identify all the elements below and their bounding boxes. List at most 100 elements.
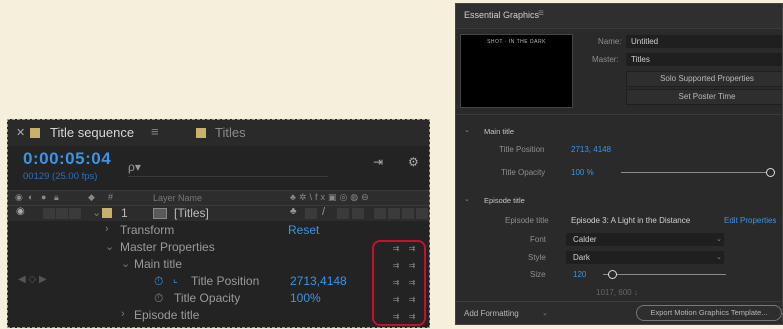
shy-switch-icon[interactable]: ♣ (290, 206, 297, 217)
stopwatch-icon[interactable]: ⏱ (154, 274, 163, 289)
edit-properties-link[interactable]: Edit Properties (724, 216, 776, 225)
master-label: Master: (592, 55, 619, 64)
tab-menu-icon[interactable]: ≡ (151, 124, 159, 139)
layer-name[interactable]: [Titles] (174, 206, 209, 220)
reset-link[interactable]: Reset (288, 223, 319, 237)
switch-cell[interactable] (305, 208, 317, 219)
keyframe-nav-icon[interactable]: ◀ ◇ ▶ (18, 274, 47, 285)
size-label: Size (530, 270, 546, 279)
current-time-display[interactable]: 0:00:05:04 (23, 149, 111, 169)
composition-icon (153, 208, 167, 219)
video-toggle-icon[interactable]: ◉ (15, 192, 23, 203)
search-underline (128, 176, 328, 177)
title-opacity-value[interactable]: 100% (290, 291, 321, 305)
episode-title-value[interactable]: Episode 3: A Light in the Distance (571, 216, 690, 225)
transform-label: Transform (120, 223, 175, 237)
title-position-row[interactable]: ◀ ◇ ▶ ⏱ ⌞ Title Position 2713,4148 (8, 274, 429, 289)
chevron-down-icon[interactable]: ⌄ (105, 240, 114, 253)
lock-cell[interactable] (56, 208, 68, 219)
essential-graphics-footer: Add Formatting ⌄ Export Motion Graphics … (456, 301, 782, 324)
name-value[interactable]: Untitled (631, 37, 658, 46)
search-icon[interactable]: ρ▾ (128, 160, 141, 174)
tab-color-swatch (30, 128, 40, 138)
tab-title-sequence[interactable]: Title sequence (50, 125, 134, 140)
transform-row[interactable]: › Transform Reset (8, 223, 429, 238)
size-slider-track[interactable] (603, 274, 726, 275)
chevron-down-icon[interactable]: ⌄ (121, 257, 130, 270)
comp-flowchart-icon[interactable]: ⇥ (373, 155, 383, 169)
add-formatting-dropdown[interactable]: Add Formatting (464, 309, 519, 318)
layer-name-header[interactable]: Layer Name (153, 193, 202, 203)
panel-menu-icon[interactable]: ≡ (538, 8, 544, 19)
title-position-value[interactable]: 2713, 4148 (571, 145, 611, 154)
main-title-group-row[interactable]: ⌄ Main title (8, 257, 429, 272)
main-title-section[interactable]: Main title (484, 127, 514, 136)
tab-titles[interactable]: Titles (215, 125, 246, 140)
number-column-icon: # (108, 192, 114, 202)
switch-cell[interactable] (374, 208, 386, 219)
panel-title[interactable]: Essential Graphics (464, 10, 539, 20)
episode-title-label: Episode title (505, 216, 549, 225)
timeline-tab-bar: ✕ Title sequence ≡ Titles (8, 120, 429, 146)
switch-cell[interactable] (388, 208, 400, 219)
highlight-annotation (372, 240, 426, 326)
title-position-label: Title Position (191, 274, 260, 288)
episode-title-label: Episode title (134, 308, 200, 322)
set-poster-time-button[interactable]: Set Poster Time (626, 89, 782, 105)
chevron-down-icon[interactable]: ⌄ (464, 195, 470, 203)
switch-cell[interactable] (337, 208, 349, 219)
chevron-down-icon[interactable]: ⌄ (716, 253, 722, 261)
layer-label-color[interactable] (102, 208, 112, 218)
export-motion-graphics-template-button[interactable]: Export Motion Graphics Template... (636, 305, 782, 321)
title-opacity-value[interactable]: 100 % (571, 168, 594, 177)
title-opacity-label: Title Opacity (174, 291, 241, 305)
font-value[interactable]: Calder (573, 235, 597, 244)
episode-title-section[interactable]: Episode title (484, 196, 525, 205)
visibility-eye-icon[interactable]: ◉ (16, 206, 25, 217)
name-label: Name: (598, 37, 622, 46)
layer-row[interactable]: ◉ ⌄ 1 [Titles] ♣ / (8, 206, 429, 221)
title-opacity-row[interactable]: ⏱ Title Opacity 100% (8, 291, 429, 306)
size-value[interactable]: 120 (573, 270, 586, 279)
chevron-down-icon[interactable]: ⌄ (716, 235, 722, 243)
solo-cell[interactable] (43, 208, 55, 219)
switch-cell[interactable] (416, 208, 428, 219)
chevron-right-icon[interactable]: › (121, 308, 125, 320)
quality-switch-icon[interactable]: / (322, 206, 325, 218)
lock-toggle-icon[interactable]: 🔒︎ (54, 192, 59, 203)
title-position-value[interactable]: 2713,4148 (290, 274, 347, 288)
essential-graphics-title-bar: Essential Graphics ≡ (456, 4, 782, 29)
chevron-down-icon[interactable]: ⌄ (464, 126, 470, 134)
stopwatch-icon[interactable]: ⏱ (154, 291, 163, 306)
layer-column-header: ◉ ◐ ● 🔒︎ ◆ # Layer Name ♣✲\fx▣◎◍⊖ (8, 190, 429, 206)
switch-cell[interactable] (352, 208, 364, 219)
graph-icon[interactable]: ⌞ (173, 274, 178, 285)
chevron-down-icon[interactable]: ⌄ (542, 309, 548, 317)
size-slider-knob[interactable] (607, 270, 617, 279)
tab-color-swatch (196, 128, 206, 138)
essential-graphics-panel: Essential Graphics ≡ SHOT · IN THE DARK … (455, 3, 783, 325)
master-properties-label: Master Properties (120, 240, 215, 254)
poster-thumbnail: SHOT · IN THE DARK (460, 34, 573, 108)
solo-toggle-icon[interactable]: ● (41, 192, 46, 202)
frame-rate-display: 00129 (25.00 fps) (23, 171, 98, 182)
draft-3d-icon[interactable]: ⚙ (408, 155, 419, 169)
chevron-right-icon[interactable]: › (105, 223, 109, 235)
opacity-slider-knob[interactable] (766, 168, 775, 177)
close-tab-icon[interactable]: ✕ (16, 126, 25, 139)
shy-cell[interactable] (69, 208, 81, 219)
audio-toggle-icon[interactable]: ◐ (28, 192, 33, 202)
expand-chevron-icon[interactable]: ⌄ (92, 206, 101, 219)
divider (456, 114, 782, 115)
episode-title-group-row[interactable]: › Episode title (8, 308, 429, 323)
switch-cell[interactable] (402, 208, 414, 219)
solo-supported-properties-button[interactable]: Solo Supported Properties (626, 71, 782, 87)
main-title-label: Main title (134, 257, 183, 271)
master-properties-row[interactable]: ⌄ Master Properties (8, 240, 429, 255)
style-value[interactable]: Dark (573, 253, 590, 262)
opacity-slider-track[interactable] (621, 172, 771, 173)
style-label: Style (528, 253, 546, 262)
master-value[interactable]: Titles (631, 55, 650, 64)
font-label: Font (530, 235, 547, 244)
title-position-label: Title Position (499, 145, 545, 154)
